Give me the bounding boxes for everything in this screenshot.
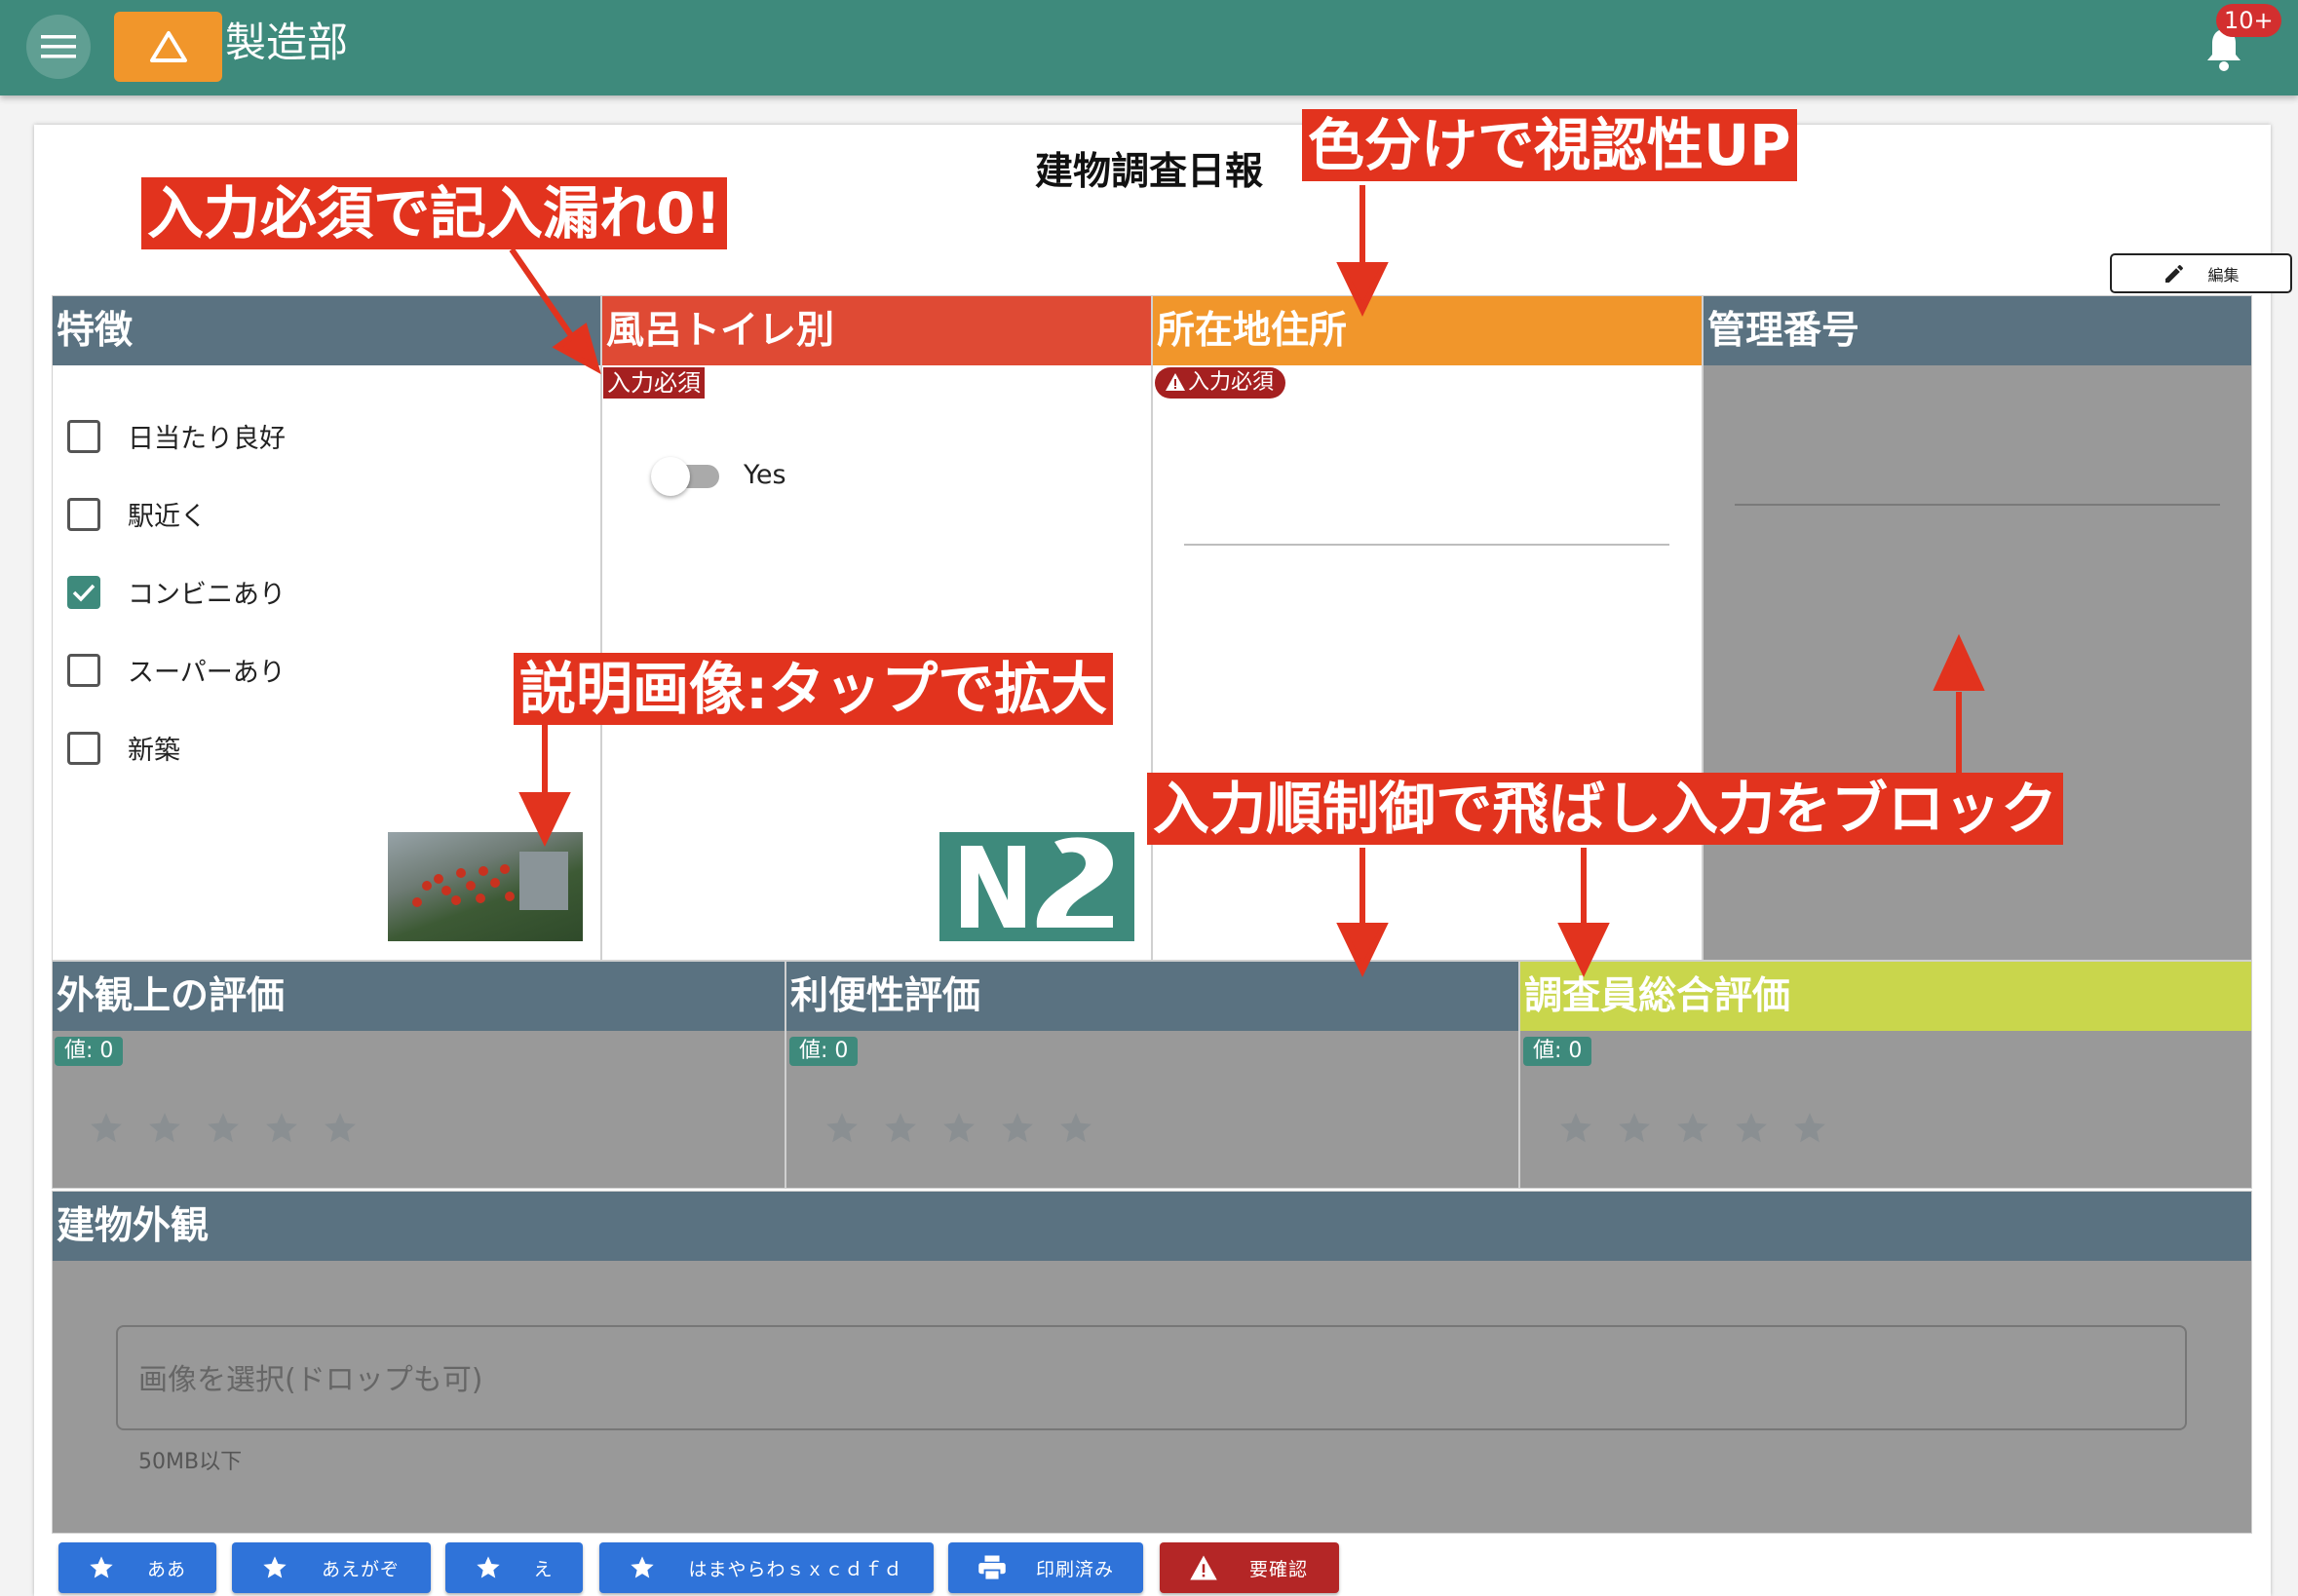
management-number-label: 管理番号 xyxy=(1704,296,2251,365)
action-button-needs-check[interactable]: 要確認 xyxy=(1160,1542,1339,1593)
star-icon[interactable] xyxy=(1674,1110,1711,1147)
star-icon[interactable] xyxy=(263,1110,300,1147)
pencil-icon xyxy=(2165,264,2184,283)
app-bar: 製造部 10+ xyxy=(0,0,2298,95)
checkbox-label: スーパーあり xyxy=(128,658,286,688)
checkbox-label: 駅近く xyxy=(128,502,207,532)
star-icon[interactable] xyxy=(322,1110,359,1147)
exterior-rating-label: 外観上の評価 xyxy=(53,962,785,1031)
edit-button[interactable]: 編集 xyxy=(2110,253,2292,293)
checkbox-option[interactable]: 新築 xyxy=(67,729,180,767)
check-icon xyxy=(72,584,96,602)
action-button-aegazo[interactable]: あえがぞ xyxy=(232,1542,431,1593)
star-icon xyxy=(631,1556,654,1578)
action-button-label: ああ xyxy=(146,1558,186,1580)
checkbox-label: 日当たり良好 xyxy=(128,424,286,454)
toggle-knob[interactable] xyxy=(651,457,690,496)
upload-size-hint: 50MB以下 xyxy=(138,1450,243,1474)
hamburger-icon xyxy=(41,35,76,58)
description-image[interactable] xyxy=(388,832,583,941)
upload-placeholder: 画像を選択(ドロップも可) xyxy=(138,1363,483,1397)
checkbox-checked[interactable] xyxy=(67,575,100,609)
address-input[interactable] xyxy=(1184,544,1669,546)
action-button-label: 要確認 xyxy=(1248,1558,1308,1580)
building-exterior-label: 建物外観 xyxy=(53,1192,2251,1261)
berry-bush-image xyxy=(412,852,568,910)
star-icon[interactable] xyxy=(823,1110,861,1147)
checkbox[interactable] xyxy=(67,497,100,531)
exterior-rating-field: 外観上の評価 xyxy=(52,961,785,1189)
required-tag: 入力必須 xyxy=(603,367,705,399)
checkbox-option[interactable]: 日当たり良好 xyxy=(67,417,286,455)
overall-rating-label: 調査員総合評価 xyxy=(1520,962,2251,1031)
action-button-aa[interactable]: ああ xyxy=(58,1542,216,1593)
warning-icon xyxy=(1166,373,1185,391)
checkbox-option[interactable]: コンビニあり xyxy=(67,573,286,611)
star-icon[interactable] xyxy=(999,1110,1036,1147)
triangle-icon xyxy=(149,31,187,62)
notification-badge: 10+ xyxy=(2216,4,2281,37)
rating-value-chip: 値: 0 xyxy=(55,1037,124,1066)
star-icon xyxy=(477,1556,500,1578)
star-icon[interactable] xyxy=(940,1110,977,1147)
warning-icon xyxy=(1190,1555,1217,1580)
star-icon[interactable] xyxy=(205,1110,242,1147)
annotation-input-order: 入力順制御で飛ばし入力をブロック xyxy=(1147,773,2064,845)
checkbox-label: コンビニあり xyxy=(128,580,286,610)
checkbox-option[interactable]: 駅近く xyxy=(67,495,207,533)
star-icon xyxy=(263,1556,287,1578)
star-icon xyxy=(90,1556,113,1578)
convenience-rating-label: 利便性評価 xyxy=(786,962,1518,1031)
star-icon[interactable] xyxy=(882,1110,919,1147)
form-title: 建物調査日報 xyxy=(1035,150,1264,194)
checkbox[interactable] xyxy=(67,731,100,765)
action-button-label: あえがぞ xyxy=(321,1558,400,1580)
checkbox-label: 新築 xyxy=(128,736,180,766)
overall-star-rating[interactable] xyxy=(1557,1110,1828,1147)
description-image[interactable] xyxy=(939,832,1134,941)
rating-value-chip: 値: 0 xyxy=(1523,1037,1592,1066)
management-number-input[interactable] xyxy=(1735,504,2220,506)
star-icon[interactable] xyxy=(1616,1110,1653,1147)
n2-logo-icon xyxy=(961,837,1113,928)
annotation-color-coding: 色分けで視認性UP xyxy=(1302,109,1797,181)
action-button-label: え xyxy=(533,1558,554,1580)
star-icon[interactable] xyxy=(146,1110,183,1147)
checkbox[interactable] xyxy=(67,653,100,687)
star-icon[interactable] xyxy=(1057,1110,1094,1147)
action-button-hamayarawa[interactable]: はまやらわｓｘｃｄｆｄ xyxy=(599,1542,934,1593)
overall-rating-field: 調査員総合評価 xyxy=(1519,961,2252,1189)
edit-label: 編集 xyxy=(2207,265,2240,285)
features-label: 特徴 xyxy=(53,296,600,365)
app-logo[interactable] xyxy=(114,12,222,82)
star-icon[interactable] xyxy=(88,1110,125,1147)
rating-value-chip: 値: 0 xyxy=(789,1037,859,1066)
checkbox[interactable] xyxy=(67,419,100,453)
checkbox-option[interactable]: スーパーあり xyxy=(67,651,286,689)
annotation-required: 入力必須で記入漏れ0! xyxy=(141,177,727,249)
exterior-star-rating[interactable] xyxy=(88,1110,359,1147)
star-icon[interactable] xyxy=(1733,1110,1770,1147)
action-button-label: 印刷済み xyxy=(1035,1558,1114,1580)
toggle-label: Yes xyxy=(744,460,786,490)
required-pill-text: 入力必須 xyxy=(1188,370,1275,395)
star-icon[interactable] xyxy=(1791,1110,1828,1147)
action-button-printed[interactable]: 印刷済み xyxy=(948,1542,1143,1593)
action-button-label: はまやらわｓｘｃｄｆｄ xyxy=(688,1558,903,1580)
annotation-image-zoom: 説明画像:タップで拡大 xyxy=(514,653,1114,725)
convenience-star-rating[interactable] xyxy=(823,1110,1094,1147)
address-label: 所在地住所 xyxy=(1153,296,1702,365)
star-icon[interactable] xyxy=(1557,1110,1594,1147)
convenience-rating-field: 利便性評価 xyxy=(785,961,1519,1189)
printer-icon xyxy=(978,1555,1006,1581)
required-pill: 入力必須 xyxy=(1155,367,1286,399)
app-title: 製造部 xyxy=(225,19,349,66)
bath-toilet-label: 風呂トイレ別 xyxy=(602,296,1151,365)
action-button-e[interactable]: え xyxy=(445,1542,583,1593)
menu-button[interactable] xyxy=(26,15,91,79)
management-number-field: 管理番号 xyxy=(1703,295,2252,961)
